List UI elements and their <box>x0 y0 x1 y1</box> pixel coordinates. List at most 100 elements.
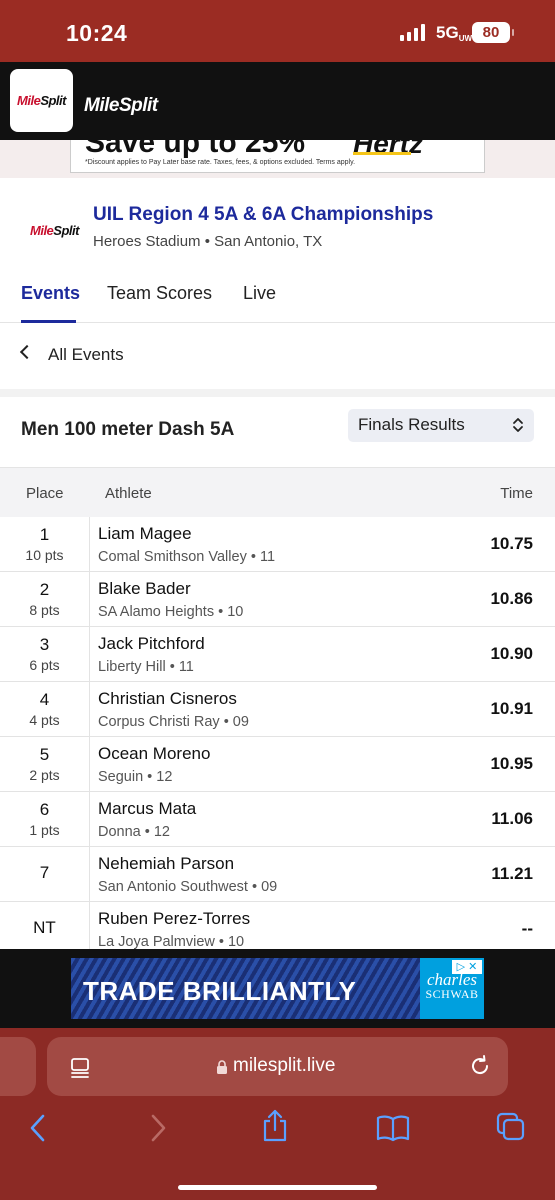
athlete-name[interactable]: Nehemiah Parson <box>98 854 234 874</box>
athlete-name[interactable]: Ocean Moreno <box>98 744 210 764</box>
reload-icon[interactable] <box>468 1054 492 1078</box>
forward-arrow-icon[interactable] <box>148 1113 168 1143</box>
result-time: 10.75 <box>490 534 533 553</box>
home-indicator <box>178 1185 377 1190</box>
cell-signal-icon <box>400 24 425 41</box>
meet-header: MileSplit UIL Region 4 5A & 6A Champions… <box>0 178 555 323</box>
points-value: 8 pts <box>29 602 60 618</box>
ad-headline: TRADE BRILLIANTLY <box>83 976 357 1006</box>
browser-bottom-bar: milesplit.live <box>0 1028 555 1200</box>
points-value: 6 pts <box>29 657 60 673</box>
lock-icon <box>217 1060 227 1074</box>
column-header-time: Time <box>500 485 533 502</box>
table-row[interactable]: 5 2 pts Ocean Moreno Seguin • 12 10.95 <box>0 737 555 792</box>
athlete-name[interactable]: Blake Bader <box>98 579 191 599</box>
app-header: MileSplit MileSplit <box>0 62 555 140</box>
chevron-up-down-icon <box>513 418 523 432</box>
event-name: Men 100 meter Dash 5A <box>21 419 235 440</box>
result-time: 10.90 <box>490 644 533 663</box>
place-value: 3 <box>39 635 50 654</box>
results-round-value: Finals Results <box>358 415 465 434</box>
points-value: 10 pts <box>25 547 64 563</box>
address-bar[interactable]: milesplit.live <box>47 1037 508 1096</box>
athlete-school: San Antonio Southwest • 09 <box>98 879 278 895</box>
table-row[interactable]: 36 pts Jack Pitchford Liberty Hill • 11 … <box>0 627 555 682</box>
table-row[interactable]: 1 10 pts Liam Magee Comal Smithson Valley… <box>0 517 555 572</box>
table-row[interactable]: 6 1 pts Marcus Mata Donna • 12 11.06 <box>0 792 555 847</box>
table-row[interactable]: NT Ruben Perez-Torres La Joya Palmview •… <box>0 902 555 949</box>
results-round-select[interactable]: Finals Results <box>348 409 534 442</box>
place-cell: 1 10 pts <box>0 517 90 572</box>
place-value: 2 <box>39 580 50 599</box>
top-ad-area: Save up to 25% Hertz *Discount applies t… <box>0 140 555 178</box>
section-divider <box>0 389 555 397</box>
tab-team-scores[interactable]: Team Scores <box>107 283 212 304</box>
tab-live[interactable]: Live <box>243 283 276 304</box>
ad-headline: Save up to 25% <box>85 140 306 159</box>
schwab-ad-banner[interactable]: TRADE BRILLIANTLY charles SCHWAB ▷ ✕ <box>71 958 484 1019</box>
ad-fine-print: *Discount applies to Pay Later base rate… <box>85 159 356 166</box>
place-cell: 2 8 pts <box>0 572 90 627</box>
chevron-left-icon <box>19 344 35 360</box>
result-time: 10.86 <box>490 589 533 608</box>
result-time: 11.21 <box>491 864 533 883</box>
athlete-school: La Joya Palmview • 10 <box>98 934 245 949</box>
table-row[interactable]: 7 Nehemiah Parson San Antonio Southwest … <box>0 847 555 902</box>
back-arrow-icon[interactable] <box>28 1113 48 1143</box>
app-logo[interactable]: MileSplit <box>10 69 73 132</box>
result-time: 11.06 <box>491 809 533 828</box>
results-table-body: 1 10 pts Liam Magee Comal Smithson Valley… <box>0 517 555 949</box>
battery-icon: 80 <box>472 22 514 43</box>
meet-title[interactable]: UIL Region 4 5A & 6A Championships <box>93 204 433 226</box>
column-header-athlete: Athlete <box>105 485 152 502</box>
points-value: 1 pts <box>29 822 60 838</box>
athlete-school: Donna • 12 <box>98 824 170 840</box>
place-value: 5 <box>39 745 50 764</box>
place-value: 6 <box>39 800 50 819</box>
share-icon[interactable] <box>261 1109 289 1143</box>
tabs-icon[interactable] <box>496 1112 526 1142</box>
athlete-school: Comal Smithson Valley • 11 <box>98 549 276 565</box>
all-events-label: All Events <box>48 345 124 364</box>
points-value: 4 pts <box>29 712 60 728</box>
place-cell: 7 <box>0 847 90 902</box>
athlete-name[interactable]: Christian Cisneros <box>98 689 237 709</box>
place-cell: 6 1 pts <box>0 792 90 847</box>
column-header-place: Place <box>26 485 64 502</box>
event-header: Men 100 meter Dash 5A Finals Results <box>0 397 555 467</box>
url-text: milesplit.live <box>233 1055 336 1076</box>
result-time: 10.91 <box>490 699 533 718</box>
ad-choices-close-icon[interactable]: ▷ ✕ <box>452 960 482 974</box>
points-value: 2 pts <box>29 767 60 783</box>
meet-logo: MileSplit <box>30 223 79 238</box>
place-value: 1 <box>39 525 50 544</box>
table-row[interactable]: 2 8 pts Blake Bader SA Alamo Heights • 10… <box>0 572 555 627</box>
result-time: 10.95 <box>490 754 533 773</box>
page-menu-icon[interactable] <box>69 1057 91 1079</box>
meet-venue: Heroes Stadium • San Antonio, TX <box>93 233 323 250</box>
athlete-school: Corpus Christi Ray • 09 <box>98 714 249 730</box>
bookmarks-icon[interactable] <box>376 1114 410 1142</box>
athlete-name[interactable]: Liam Magee <box>98 524 192 544</box>
ad-brand: Hertz <box>353 140 424 159</box>
athlete-name[interactable]: Ruben Perez-Torres <box>98 909 250 929</box>
place-value: NT <box>33 918 56 937</box>
network-type: 5GUW <box>436 23 473 43</box>
all-events-link[interactable]: All Events <box>0 323 555 389</box>
athlete-name[interactable]: Jack Pitchford <box>98 634 205 654</box>
result-time: -- <box>521 919 533 938</box>
tab-events[interactable]: Events <box>21 283 80 304</box>
bottom-ad-area: TRADE BRILLIANTLY charles SCHWAB ▷ ✕ <box>0 949 555 1028</box>
previous-tab-address-bar[interactable] <box>0 1037 36 1096</box>
place-cell: 4 4 pts <box>0 682 90 737</box>
table-row[interactable]: 4 4 pts Christian Cisneros Corpus Christi… <box>0 682 555 737</box>
place-cell: NT <box>0 902 90 949</box>
place-value: 4 <box>39 690 50 709</box>
athlete-name[interactable]: Marcus Mata <box>98 799 196 819</box>
ad-brand-bar <box>353 152 411 155</box>
app-brand-name: MileSplit <box>84 95 158 116</box>
place-cell: 3 6 pts <box>0 627 90 682</box>
hertz-ad-banner[interactable]: Save up to 25% Hertz *Discount applies t… <box>70 140 485 173</box>
place-value: 7 <box>39 863 50 882</box>
meet-tabs: Events Team Scores Live <box>0 278 555 323</box>
